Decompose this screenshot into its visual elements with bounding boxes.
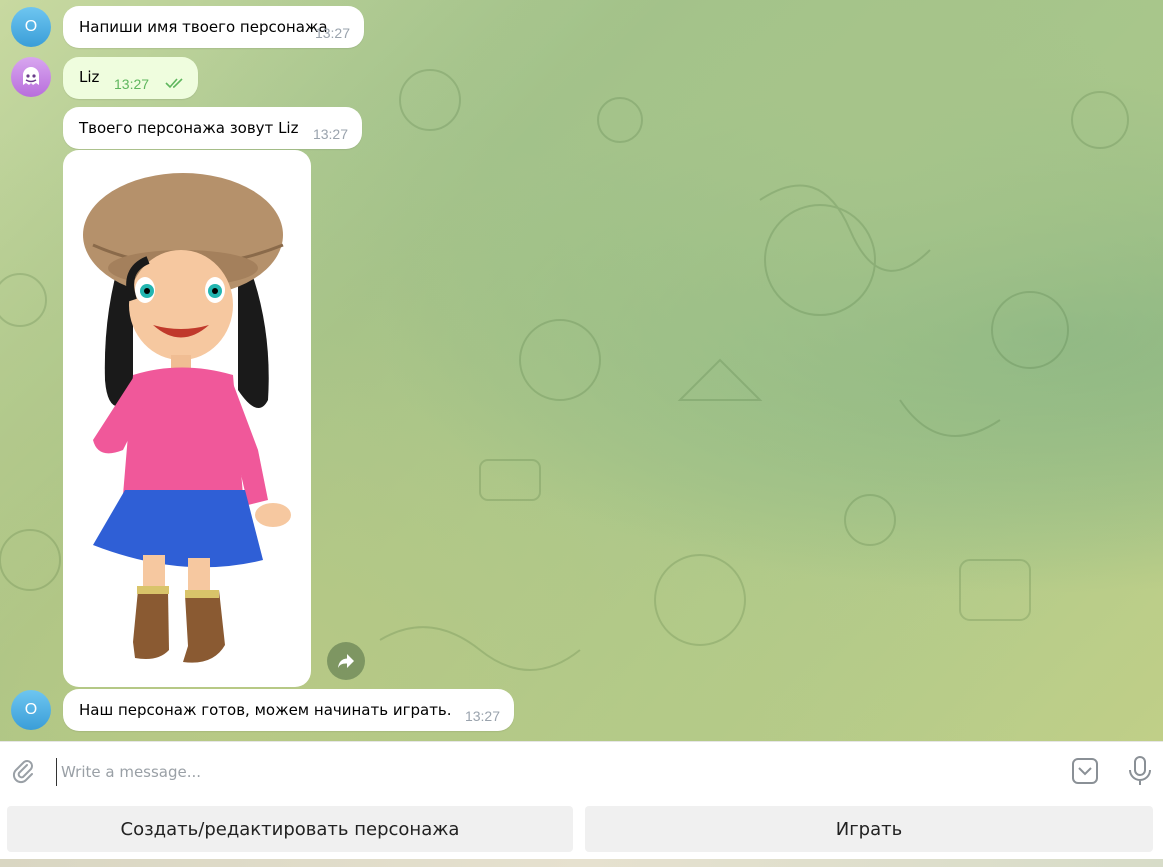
- bot-keyboard: Создать/редактировать персонажа Играть: [0, 799, 1163, 867]
- message-bubble-outgoing[interactable]: Liz 13:27: [63, 57, 198, 99]
- microphone-icon: [1129, 756, 1151, 785]
- attach-button[interactable]: [10, 758, 36, 788]
- user-avatar[interactable]: [11, 57, 51, 97]
- ghost-icon: [23, 67, 39, 85]
- bot-command-icon: [1072, 758, 1098, 784]
- button-label: Играть: [835, 818, 903, 840]
- voice-message-button[interactable]: [1126, 755, 1154, 791]
- message-composer: [0, 741, 1163, 800]
- girl-character-illustration: [83, 173, 291, 663]
- paperclip-icon: [12, 760, 33, 784]
- message-text: Наш персонаж готов, можем начинать играт…: [79, 701, 452, 719]
- character-image[interactable]: [63, 150, 311, 687]
- window-bottom-edge: [0, 859, 1163, 867]
- avatar-letter: O: [24, 701, 38, 718]
- avatar-letter: O: [24, 18, 38, 35]
- message-bubble[interactable]: Напиши имя твоего персонажа 13:27: [63, 6, 364, 48]
- bot-avatar[interactable]: O: [11, 7, 51, 47]
- create-edit-character-button[interactable]: Создать/редактировать персонажа: [7, 806, 573, 852]
- forward-button[interactable]: [327, 642, 365, 680]
- bot-keyboard-button[interactable]: [1071, 757, 1099, 789]
- message-time: 13:27: [314, 25, 350, 41]
- bot-avatar[interactable]: O: [11, 690, 51, 730]
- forward-icon: [338, 654, 354, 668]
- message-text: Твоего персонажа зовут Liz: [79, 119, 299, 137]
- message-text: Liz: [79, 68, 100, 86]
- message-text: Напиши имя твоего персонажа: [79, 18, 328, 36]
- message-input[interactable]: [56, 758, 1043, 786]
- message-bubble[interactable]: Наш персонаж готов, можем начинать играт…: [63, 689, 514, 731]
- message-time: 13:27: [464, 708, 500, 724]
- message-time: 13:27: [312, 126, 348, 142]
- message-bubble[interactable]: Твоего персонажа зовут Liz 13:27: [63, 107, 362, 149]
- message-time: 13:27: [114, 76, 150, 92]
- play-button[interactable]: Играть: [585, 806, 1153, 852]
- chat-area: O Напиши имя твоего персонажа 13:27 Liz …: [0, 0, 1163, 741]
- double-check-icon: [165, 78, 183, 89]
- button-label: Создать/редактировать персонажа: [120, 818, 460, 840]
